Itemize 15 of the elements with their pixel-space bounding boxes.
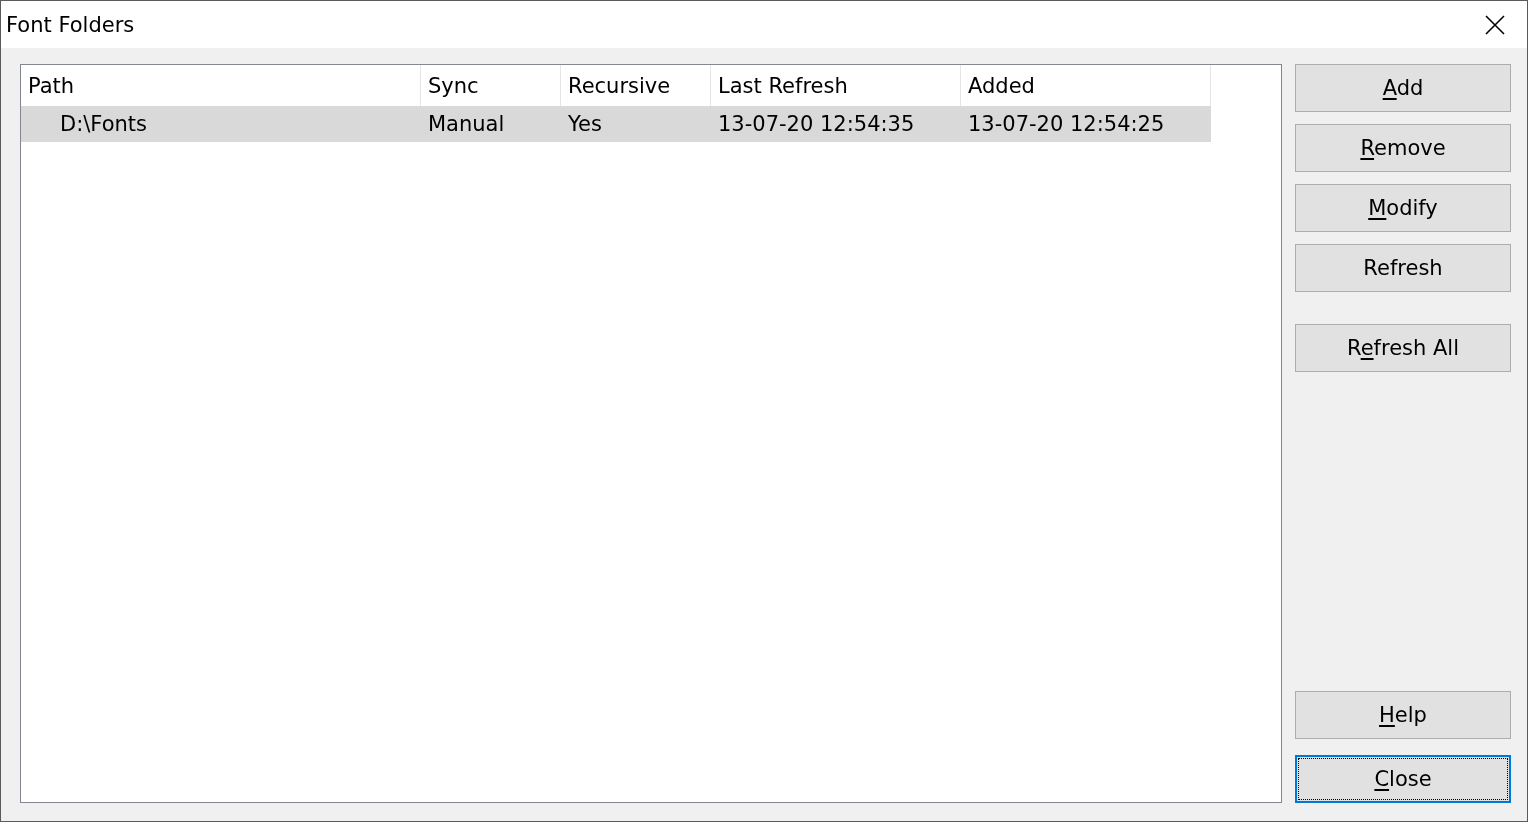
- dialog-button[interactable]: Help: [1295, 691, 1511, 739]
- window-title: Font Folders: [6, 12, 135, 37]
- dialog-button[interactable]: Refresh: [1295, 244, 1511, 292]
- table-cell-text: Yes: [567, 111, 603, 138]
- table-cell-text: D:\Fonts: [59, 111, 148, 138]
- dialog-button[interactable]: Modify: [1295, 184, 1511, 232]
- close-icon: [1485, 14, 1505, 35]
- table-cell-text: 13-07-20 12:54:35: [717, 111, 916, 138]
- dialog-button[interactable]: Add: [1295, 64, 1511, 112]
- table-row[interactable]: D:\Fonts Manual Yes 13-07-20 12:54:35 13-07-20 12:54:25: [21, 106, 1211, 142]
- table-cell-text: 13-07-20 12:54:25: [967, 111, 1166, 138]
- dialog-button[interactable]: Close: [1295, 755, 1511, 803]
- dialog-button[interactable]: Refresh All: [1295, 324, 1511, 372]
- table-cell-text: Manual: [427, 111, 506, 138]
- dialog-button[interactable]: Remove: [1295, 124, 1511, 172]
